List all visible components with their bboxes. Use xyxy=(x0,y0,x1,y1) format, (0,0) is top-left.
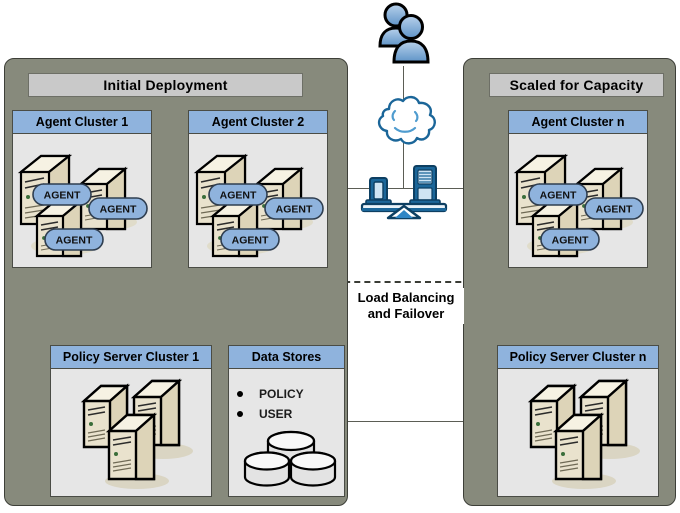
agent-pill-nb-label: AGENT xyxy=(596,204,633,216)
cluster-agent-cluster-1[interactable]: Agent Cluster 1 AGENT AGENT AGENT xyxy=(12,110,152,268)
cluster-agent-cluster-n-header: Agent Cluster n xyxy=(509,111,647,134)
load-balancing-label-line1: Load Balancing xyxy=(357,290,455,305)
agent-group-2-icon: AGENT AGENT AGENT xyxy=(193,153,324,258)
cluster-policy-server-cluster-n[interactable]: Policy Server Cluster n xyxy=(497,345,659,497)
cluster-data-stores-title: Data Stores xyxy=(251,350,322,364)
data-stores-list: POLICY USER xyxy=(229,387,344,421)
agent-pill-1a-label: AGENT xyxy=(44,190,81,202)
agent-pill-1c: AGENT xyxy=(44,228,104,251)
policy-server-group-n-icon xyxy=(527,378,640,489)
agent-pill-2a-label: AGENT xyxy=(220,190,257,202)
agent-pill-1c-label: AGENT xyxy=(56,235,93,247)
cluster-policy-server-cluster-1-body xyxy=(51,369,211,497)
agent-pill-nc-label: AGENT xyxy=(552,235,589,247)
panel-scaled-for-capacity-title: Scaled for Capacity xyxy=(489,73,664,97)
agent-pill-1b: AGENT xyxy=(88,197,148,220)
load-balancing-label-line2: and Failover xyxy=(367,306,445,321)
users-icon xyxy=(374,2,434,68)
cluster-agent-cluster-2-title: Agent Cluster 2 xyxy=(211,115,305,129)
cluster-agent-cluster-n[interactable]: Agent Cluster n AGENT AGENT AGENT xyxy=(508,110,648,268)
agent-pill-nc: AGENT xyxy=(540,228,600,251)
cluster-data-stores-body: POLICY USER xyxy=(229,369,344,496)
panel-scaled-for-capacity-title-text: Scaled for Capacity xyxy=(509,77,644,93)
policy-server-group-1-icon xyxy=(80,378,193,489)
cluster-agent-cluster-1-body: AGENT AGENT AGENT xyxy=(13,134,151,268)
agent-pill-2c: AGENT xyxy=(220,228,280,251)
cluster-data-stores-header: Data Stores xyxy=(229,346,344,369)
agent-group-n-icon: AGENT AGENT AGENT xyxy=(513,153,644,258)
cluster-agent-cluster-n-title: Agent Cluster n xyxy=(531,115,625,129)
cluster-agent-cluster-2[interactable]: Agent Cluster 2 AGENT AGENT AGENT xyxy=(188,110,328,268)
cluster-policy-server-cluster-n-body xyxy=(498,369,658,497)
agent-pill-2a: AGENT xyxy=(208,183,268,206)
cluster-agent-cluster-1-title: Agent Cluster 1 xyxy=(35,115,129,129)
data-store-item-user: USER xyxy=(229,407,344,421)
agent-pill-2b-label: AGENT xyxy=(276,204,313,216)
agent-pill-2b: AGENT xyxy=(264,197,324,220)
cluster-policy-server-cluster-1[interactable]: Policy Server Cluster 1 xyxy=(50,345,212,497)
cluster-agent-cluster-1-header: Agent Cluster 1 xyxy=(13,111,151,134)
cluster-agent-cluster-2-body: AGENT AGENT AGENT xyxy=(189,134,327,268)
agent-pill-1a: AGENT xyxy=(32,183,92,206)
agent-pill-2c-label: AGENT xyxy=(232,235,269,247)
load-balancing-label: Load Balancing and Failover xyxy=(348,288,464,324)
cluster-data-stores[interactable]: Data Stores POLICY USER xyxy=(228,345,345,497)
agent-pill-1b-label: AGENT xyxy=(100,204,137,216)
cluster-agent-cluster-n-body: AGENT AGENT AGENT xyxy=(509,134,647,268)
cluster-agent-cluster-2-header: Agent Cluster 2 xyxy=(189,111,327,134)
panel-initial-deployment-title: Initial Deployment xyxy=(28,73,303,97)
cloud-icon xyxy=(365,93,443,151)
cluster-policy-server-cluster-n-title: Policy Server Cluster n xyxy=(509,350,647,364)
agent-group-1-icon: AGENT AGENT AGENT xyxy=(17,153,148,258)
cluster-policy-server-cluster-1-title: Policy Server Cluster 1 xyxy=(62,350,200,364)
database-cylinders-icon xyxy=(243,430,337,487)
agent-pill-na: AGENT xyxy=(528,183,588,206)
cluster-policy-server-cluster-n-header: Policy Server Cluster n xyxy=(498,346,658,369)
diagram-canvas: Initial Deployment Agent Cluster 1 AGENT… xyxy=(0,0,680,513)
load-balancer-seesaw-icon xyxy=(358,160,450,220)
cluster-policy-server-cluster-1-header: Policy Server Cluster 1 xyxy=(51,346,211,369)
data-store-item-policy: POLICY xyxy=(229,387,344,401)
agent-pill-nb: AGENT xyxy=(584,197,644,220)
agent-pill-na-label: AGENT xyxy=(540,190,577,202)
panel-initial-deployment-title-text: Initial Deployment xyxy=(103,77,228,93)
